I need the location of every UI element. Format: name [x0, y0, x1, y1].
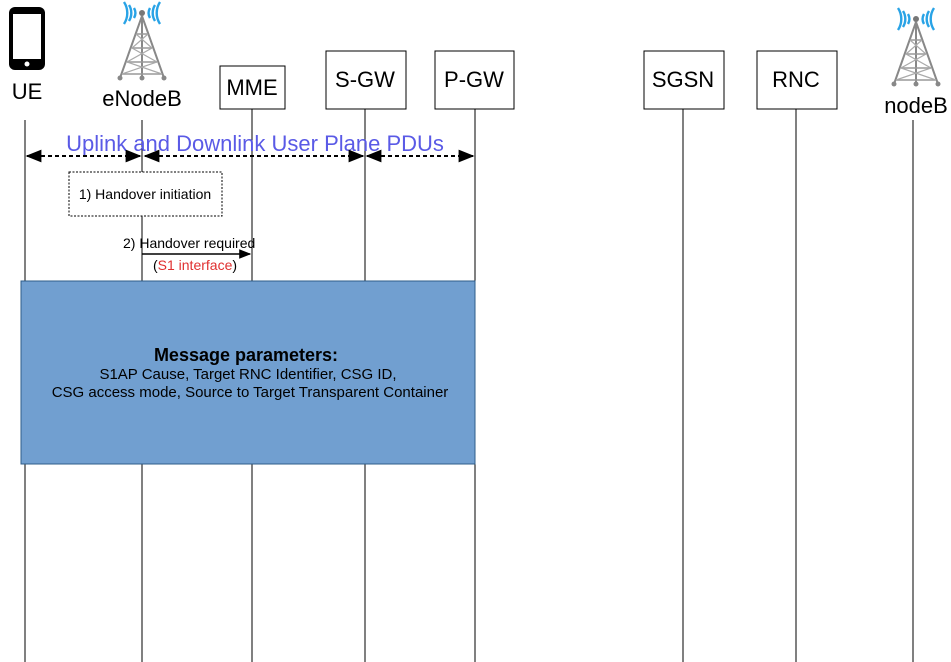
- mme-box: MME: [219, 65, 286, 110]
- pgw-label: P-GW: [444, 67, 504, 92]
- interface-paren-close: ): [232, 257, 237, 273]
- message-parameters-box: Message parameters: S1AP Cause, Target R…: [20, 280, 476, 465]
- pgw-box: P-GW: [434, 50, 515, 110]
- sgw-box: S-GW: [325, 50, 407, 110]
- s1-interface-label: S1 interface: [158, 257, 233, 273]
- user-plane-banner: Uplink and Downlink User Plane PDUs: [66, 131, 444, 156]
- sgsn-box: SGSN: [643, 50, 725, 110]
- message-parameters-line1: S1AP Cause, Target RNC Identifier, CSG I…: [99, 366, 396, 383]
- message-parameters-line2: CSG access mode, Source to Target Transp…: [52, 384, 449, 401]
- cell-tower-icon: [890, 6, 942, 88]
- sgsn-label: SGSN: [652, 67, 714, 92]
- rnc-box: RNC: [756, 50, 838, 110]
- sequence-diagram: UE eNodeB nodeB MME S-GW P-GW SGSN RNC U…: [9, 0, 948, 662]
- mme-label: MME: [226, 75, 277, 100]
- cell-tower-icon: [116, 0, 168, 82]
- handover-required-label: 2) Handover required: [123, 235, 255, 251]
- sgw-label: S-GW: [335, 67, 395, 92]
- nodeb-label: nodeB: [884, 93, 948, 118]
- enodeb-label: eNodeB: [102, 86, 182, 111]
- message-parameters-title: Message parameters:: [154, 345, 338, 365]
- handover-initiation-label: 1) Handover initiation: [79, 186, 211, 202]
- rnc-label: RNC: [772, 67, 820, 92]
- mobile-phone-icon: [9, 7, 45, 70]
- handover-initiation-box: 1) Handover initiation: [68, 171, 223, 217]
- interface-label: (S1 interface): [153, 257, 237, 273]
- ue-label: UE: [12, 79, 43, 104]
